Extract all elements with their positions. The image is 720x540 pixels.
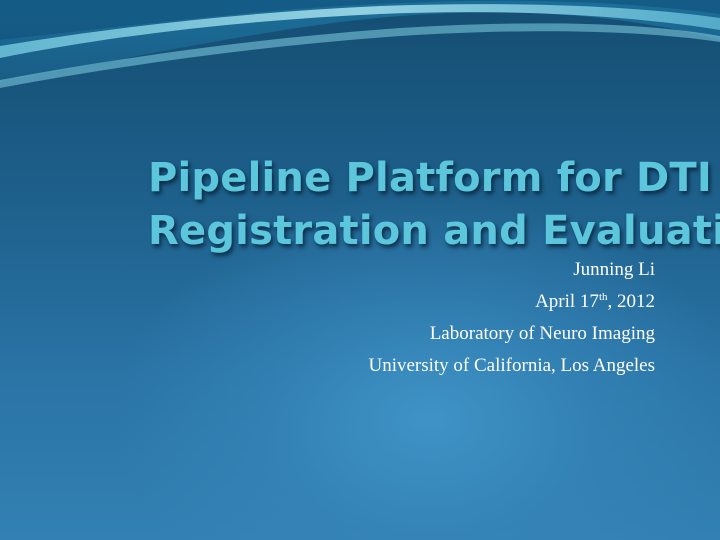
slide-subtitle: Junning Li April 17th, 2012 Laboratory o… bbox=[368, 254, 655, 382]
title-slide: Pipeline Platform for DTI Registration a… bbox=[0, 0, 720, 540]
university-name: University of California, Los Angeles bbox=[368, 355, 655, 376]
decorative-wave-header bbox=[0, 0, 720, 88]
presentation-date: April 17th, 2012 bbox=[368, 286, 655, 318]
date-year: , 2012 bbox=[607, 291, 656, 312]
date-month-day: April 17 bbox=[535, 291, 599, 312]
author-name: Junning Li bbox=[573, 259, 655, 280]
title-line-1: Pipeline Platform for DTI bbox=[148, 155, 713, 201]
title-line-2: Registration and Evaluation bbox=[148, 208, 720, 254]
date-ordinal-suffix: th bbox=[598, 291, 608, 303]
slide-title: Pipeline Platform for DTI Registration a… bbox=[148, 152, 720, 258]
lab-name: Laboratory of Neuro Imaging bbox=[429, 323, 655, 344]
